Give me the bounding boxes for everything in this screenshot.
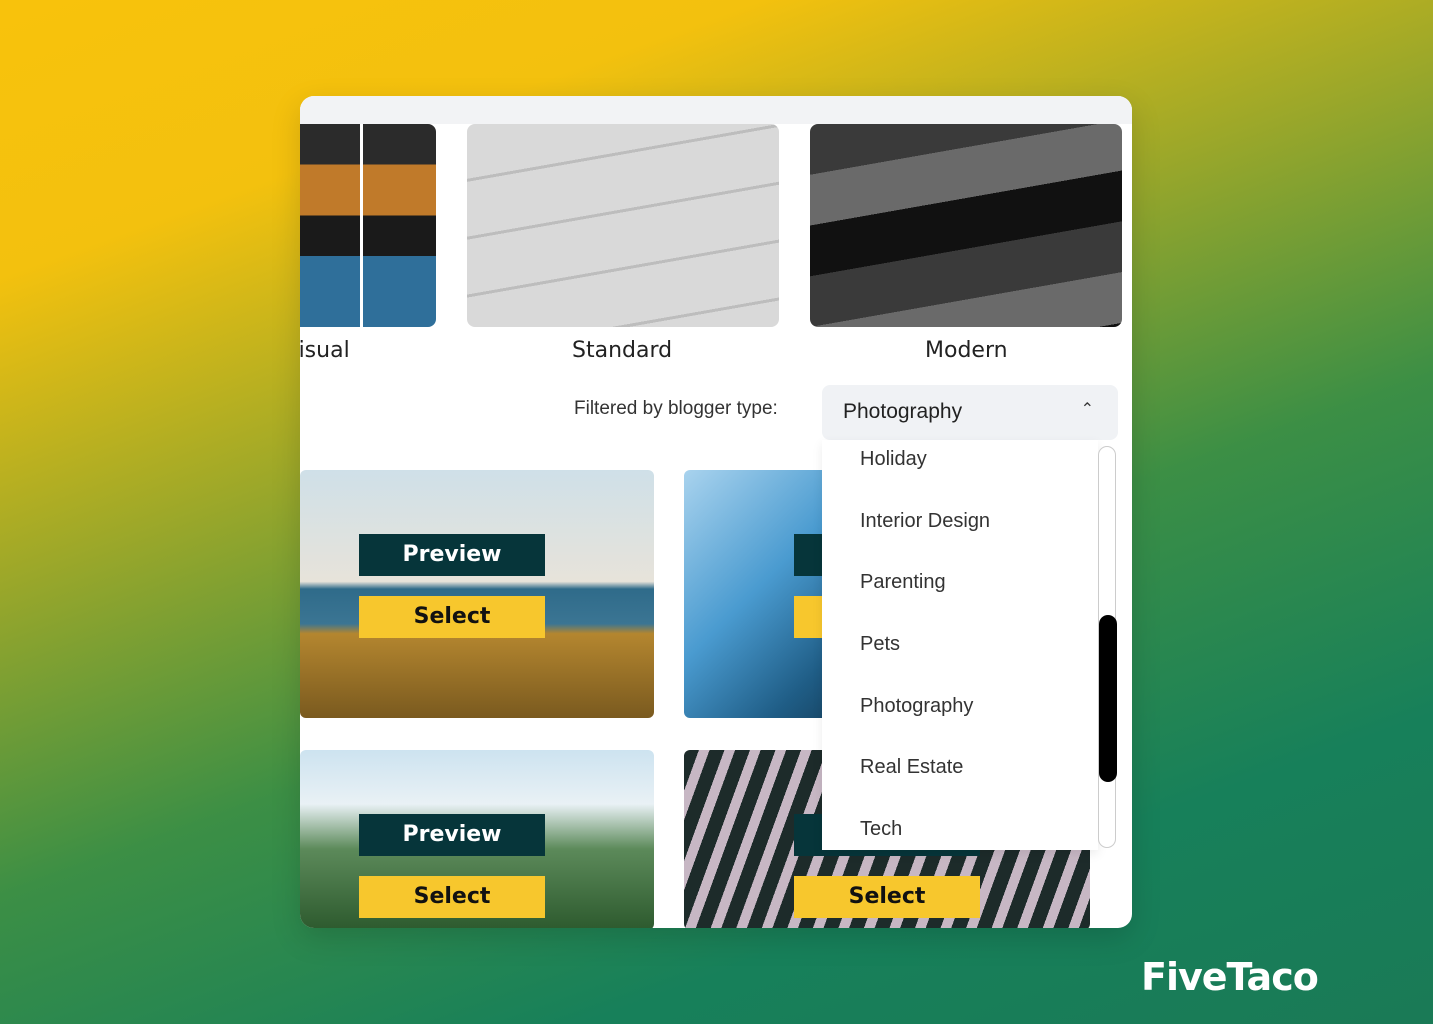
option-parenting[interactable]: Parenting: [860, 571, 946, 594]
chevron-up-icon: ⌃: [1080, 401, 1094, 418]
photo-card: Preview Select: [300, 470, 654, 718]
select-button[interactable]: Select: [794, 876, 980, 918]
option-real-estate[interactable]: Real Estate: [860, 756, 963, 779]
template-label-standard: Standard: [572, 338, 673, 363]
option-photography[interactable]: Photography: [860, 695, 973, 718]
blogger-type-dropdown-list: Holiday Interior Design Parenting Pets P…: [822, 440, 1098, 850]
template-label-modern: Modern: [925, 338, 1008, 363]
template-thumbnail-standard[interactable]: [467, 124, 779, 327]
template-picker-card: Visual Standard Modern Filtered by blogg…: [300, 96, 1132, 928]
filter-label: Filtered by blogger type:: [574, 398, 778, 419]
option-tech[interactable]: Tech: [860, 818, 902, 841]
template-thumbnail-visual[interactable]: [300, 124, 436, 327]
dropdown-scrollbar-thumb[interactable]: [1099, 615, 1117, 782]
option-interior-design[interactable]: Interior Design: [860, 510, 990, 533]
select-value: Photography: [843, 400, 963, 423]
template-thumbnail-modern[interactable]: [810, 124, 1122, 327]
template-label-visual: Visual: [300, 338, 350, 363]
select-button[interactable]: Select: [359, 596, 545, 638]
top-strip: [300, 96, 1132, 124]
select-button[interactable]: Select: [359, 876, 545, 918]
option-pets[interactable]: Pets: [860, 633, 900, 656]
fivetaco-logo: FiveTaco: [1141, 955, 1319, 999]
photo-card: Preview Select: [300, 750, 654, 928]
preview-button[interactable]: Preview: [359, 534, 545, 576]
blogger-type-select[interactable]: Photography ⌃: [822, 385, 1118, 440]
option-holiday[interactable]: Holiday: [860, 448, 927, 471]
preview-button[interactable]: Preview: [359, 814, 545, 856]
